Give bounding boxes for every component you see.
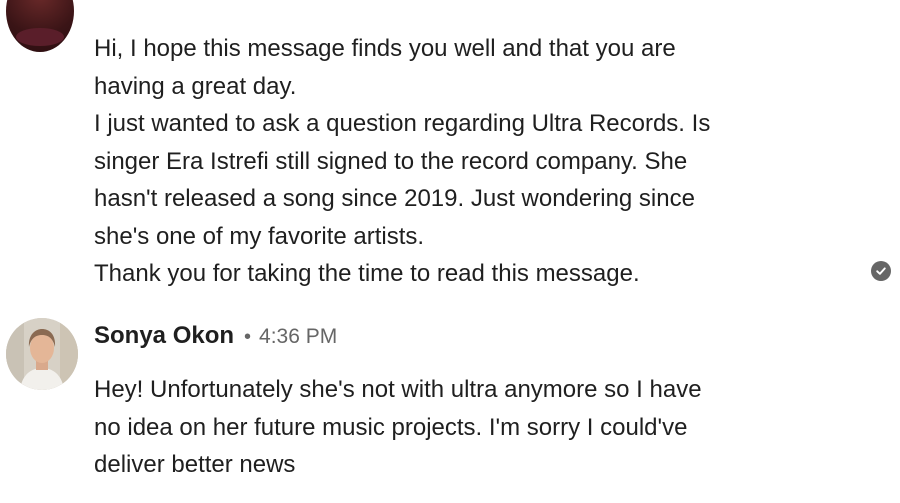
message-timestamp: 4:36 PM (259, 325, 338, 348)
message-line: singer Era Istrefi still signed to the r… (94, 147, 688, 175)
message-body: Hi, I hope this message finds you well a… (94, 30, 814, 293)
sender-avatar[interactable] (6, 0, 74, 52)
message-line: hasn't released a song since 2019. Just … (94, 185, 695, 212)
message-line: I just wanted to ask a question regardin… (94, 110, 711, 137)
check-circle-icon (871, 261, 891, 281)
message-line: Hi, I hope this message finds you well a… (94, 35, 676, 62)
message-line: she's one of my favorite artists. (94, 222, 425, 250)
reply-body: Hey! Unfortunately she's not with ultra … (94, 371, 814, 484)
message-line: no idea on her future music projects. I'… (94, 413, 688, 441)
message-line: Hey! Unfortunately she's not with ultra … (94, 376, 702, 403)
sender-name[interactable]: Sonya Okon (94, 322, 234, 350)
message-line: Thank you for taking the time to read th… (94, 260, 640, 287)
reply-header: Sonya Okon • 4:36 PM (94, 322, 337, 354)
message-line: deliver better news (94, 451, 296, 478)
separator-dot: • (244, 326, 252, 348)
message-line: having a great day. (94, 72, 297, 100)
message-thread: Hi, I hope this message finds you well a… (0, 0, 900, 503)
avatar[interactable] (6, 318, 78, 390)
